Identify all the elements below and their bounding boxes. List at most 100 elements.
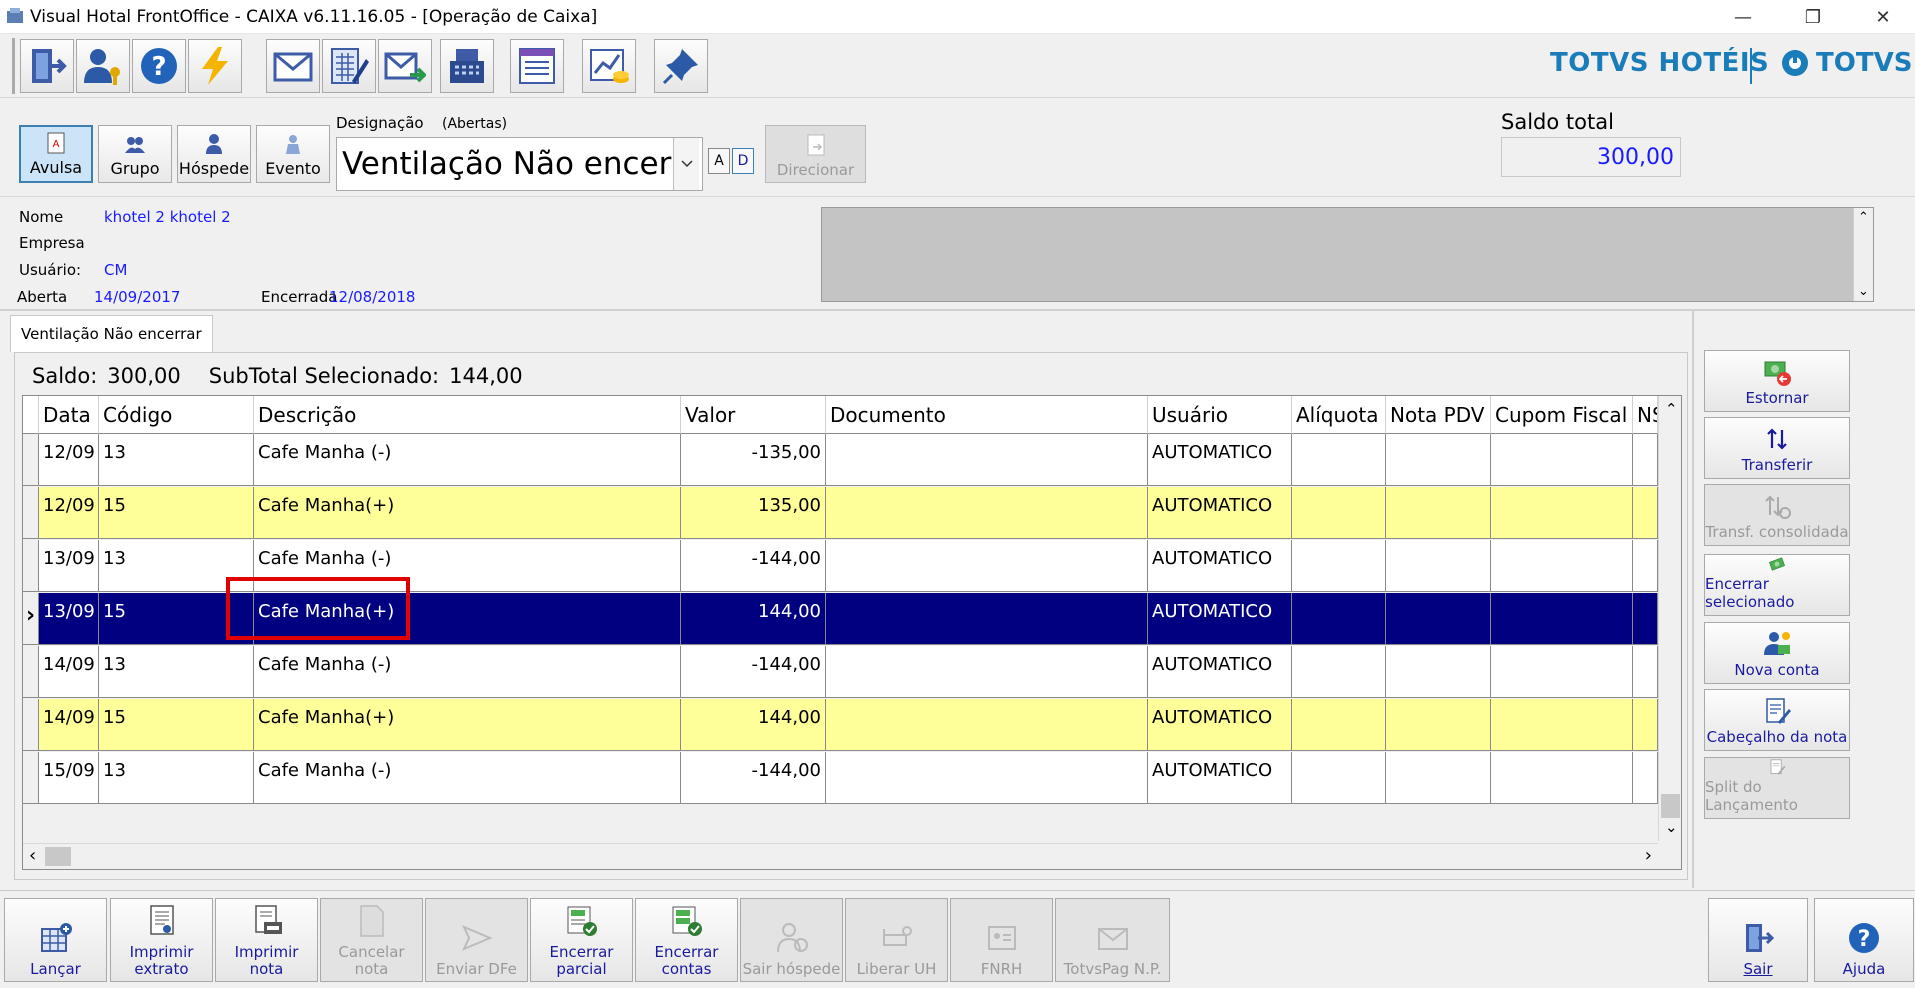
table-row[interactable]: 14/09 13 Cafe Manha (-) -144,00 AUTOMATICO xyxy=(23,646,1658,699)
row-indicator[interactable] xyxy=(23,487,39,539)
cell-descricao[interactable]: Cafe Manha (-) xyxy=(254,646,681,698)
header-documento[interactable]: Documento xyxy=(826,396,1148,434)
encerrar-selecionado-button[interactable]: Encerrar selecionado xyxy=(1704,554,1850,616)
exit-door-button[interactable] xyxy=(20,39,74,93)
tab-ventilacao[interactable]: Ventilação Não encerrar xyxy=(10,315,213,352)
entries-grid[interactable]: Data Código Descrição Valor Documento Us… xyxy=(22,395,1682,870)
header-cupom-fiscal[interactable]: Cupom Fiscal xyxy=(1491,396,1633,434)
cell-documento[interactable] xyxy=(826,487,1148,539)
grid-scroll-up[interactable]: ⌃ xyxy=(1665,400,1678,418)
cell-data[interactable]: 14/09 xyxy=(39,646,99,698)
cell-ns[interactable] xyxy=(1633,487,1658,539)
header-ns[interactable]: NS xyxy=(1633,396,1658,434)
grid-scroll-right[interactable]: › xyxy=(1645,845,1652,866)
cell-aliquota[interactable] xyxy=(1292,540,1386,592)
cell-valor[interactable]: 144,00 xyxy=(681,593,826,645)
cell-cupom[interactable] xyxy=(1491,487,1633,539)
cell-documento[interactable] xyxy=(826,752,1148,804)
cell-codigo[interactable]: 13 xyxy=(99,752,254,804)
cell-codigo[interactable]: 15 xyxy=(99,699,254,751)
table-row[interactable]: 15/09 13 Cafe Manha (-) -144,00 AUTOMATICO xyxy=(23,752,1658,805)
lancar-button[interactable]: Lançar xyxy=(4,898,107,982)
transf-consolidada-button[interactable]: Transf. consolidada xyxy=(1704,484,1850,546)
designation-dropdown[interactable] xyxy=(673,138,699,190)
cell-data[interactable]: 12/09 xyxy=(39,487,99,539)
cell-valor[interactable]: -144,00 xyxy=(681,646,826,698)
grid-scroll-left[interactable]: ‹ xyxy=(29,845,36,866)
cell-documento[interactable] xyxy=(826,646,1148,698)
cell-usuario[interactable]: AUTOMATICO xyxy=(1148,593,1292,645)
cell-codigo[interactable]: 13 xyxy=(99,434,254,486)
header-codigo[interactable]: Código xyxy=(99,396,254,434)
cell-aliquota[interactable] xyxy=(1292,752,1386,804)
cell-aliquota[interactable] xyxy=(1292,434,1386,486)
encerrar-contas-button[interactable]: Encerrar contas xyxy=(635,898,738,982)
table-row[interactable]: 12/09 15 Cafe Manha(+) 135,00 AUTOMATICO xyxy=(23,487,1658,540)
restore-button[interactable]: ❐ xyxy=(1785,0,1841,34)
chart-coins-button[interactable] xyxy=(582,39,636,93)
table-row[interactable]: › 13/09 15 Cafe Manha(+) 144,00 AUTOMATICO xyxy=(23,593,1658,646)
type-grupo-button[interactable]: Grupo xyxy=(98,125,172,183)
notes-scroll-up[interactable]: ⌃ xyxy=(1858,210,1869,225)
header-valor[interactable]: Valor xyxy=(681,396,826,434)
cell-data[interactable]: 15/09 xyxy=(39,752,99,804)
header-usuario[interactable]: Usuário xyxy=(1148,396,1292,434)
cash-register-button[interactable] xyxy=(440,39,494,93)
cell-codigo[interactable]: 15 xyxy=(99,593,254,645)
header-aliquota[interactable]: Alíquota xyxy=(1292,396,1386,434)
notes-box[interactable]: ⌃ ⌄ xyxy=(821,207,1874,302)
cell-ns[interactable] xyxy=(1633,434,1658,486)
type-avulsa-button[interactable]: A Avulsa xyxy=(19,125,93,183)
cell-usuario[interactable]: AUTOMATICO xyxy=(1148,699,1292,751)
cell-nota_pdv[interactable] xyxy=(1386,699,1491,751)
cell-ns[interactable] xyxy=(1633,699,1658,751)
cell-valor[interactable]: 135,00 xyxy=(681,487,826,539)
grid-hscroll-thumb[interactable] xyxy=(45,847,71,866)
designation-d-button[interactable]: D xyxy=(732,148,754,174)
cell-usuario[interactable]: AUTOMATICO xyxy=(1148,487,1292,539)
cell-usuario[interactable]: AUTOMATICO xyxy=(1148,752,1292,804)
grid-vertical-scrollbar[interactable]: ⌃ ⌄ xyxy=(1658,396,1681,841)
split-lancamento-button[interactable]: Split do Lançamento xyxy=(1704,757,1850,819)
cell-aliquota[interactable] xyxy=(1292,487,1386,539)
sair-hospede-button[interactable]: Sair hóspede xyxy=(740,898,843,982)
report-button[interactable] xyxy=(510,39,564,93)
nova-conta-button[interactable]: Nova conta xyxy=(1704,622,1850,684)
header-descricao[interactable]: Descrição xyxy=(254,396,681,434)
cell-usuario[interactable]: AUTOMATICO xyxy=(1148,540,1292,592)
cell-descricao[interactable]: Cafe Manha(+) xyxy=(254,699,681,751)
fnrh-button[interactable]: FNRH xyxy=(950,898,1053,982)
grid-vscroll-thumb[interactable] xyxy=(1661,794,1680,818)
cell-valor[interactable]: -144,00 xyxy=(681,540,826,592)
type-evento-button[interactable]: Evento xyxy=(256,125,330,183)
cell-aliquota[interactable] xyxy=(1292,699,1386,751)
encerrar-parcial-button[interactable]: Encerrar parcial xyxy=(530,898,633,982)
cell-nota_pdv[interactable] xyxy=(1386,646,1491,698)
cell-documento[interactable] xyxy=(826,593,1148,645)
cell-ns[interactable] xyxy=(1633,540,1658,592)
cell-valor[interactable]: -144,00 xyxy=(681,752,826,804)
header-nota-pdv[interactable]: Nota PDV xyxy=(1386,396,1491,434)
send-mail-button[interactable] xyxy=(378,39,432,93)
cell-nota_pdv[interactable] xyxy=(1386,540,1491,592)
calculator-pen-button[interactable] xyxy=(322,39,376,93)
cell-cupom[interactable] xyxy=(1491,540,1633,592)
table-row[interactable]: 12/09 13 Cafe Manha (-) -135,00 AUTOMATICO xyxy=(23,434,1658,487)
transferir-button[interactable]: Transferir xyxy=(1704,417,1850,479)
cell-ns[interactable] xyxy=(1633,646,1658,698)
cell-descricao[interactable]: Cafe Manha (-) xyxy=(254,540,681,592)
enviar-dfe-button[interactable]: Enviar DFe xyxy=(425,898,528,982)
row-indicator[interactable] xyxy=(23,699,39,751)
estornar-button[interactable]: Estornar xyxy=(1704,350,1850,412)
cell-ns[interactable] xyxy=(1633,752,1658,804)
cancelar-nota-button[interactable]: Cancelar nota xyxy=(320,898,423,982)
grid-horizontal-scrollbar[interactable]: ‹ › xyxy=(23,843,1658,869)
ajuda-button[interactable]: ? Ajuda xyxy=(1814,898,1914,982)
pin-button[interactable] xyxy=(654,39,708,93)
notes-scrollbar[interactable]: ⌃ ⌄ xyxy=(1853,208,1873,301)
cell-documento[interactable] xyxy=(826,434,1148,486)
cell-data[interactable]: 13/09 xyxy=(39,593,99,645)
cell-documento[interactable] xyxy=(826,540,1148,592)
row-indicator[interactable] xyxy=(23,646,39,698)
cell-cupom[interactable] xyxy=(1491,752,1633,804)
